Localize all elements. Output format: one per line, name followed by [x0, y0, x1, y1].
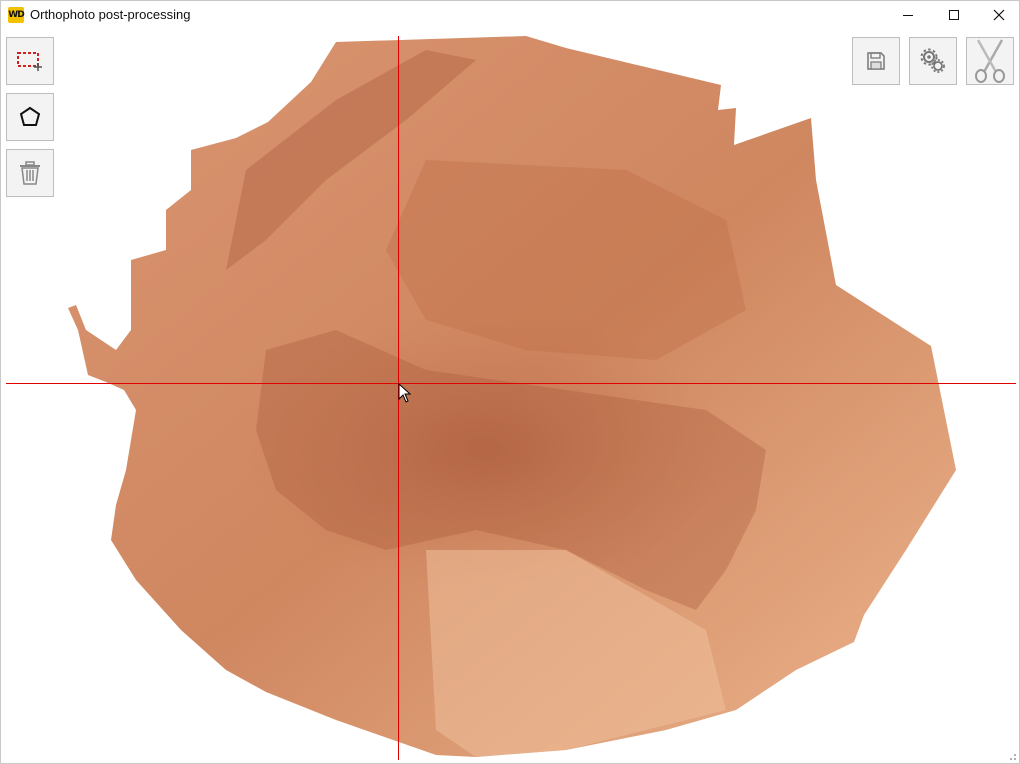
- title-bar[interactable]: WD Orthophoto post-processing: [1, 1, 1019, 29]
- gears-icon: [920, 48, 945, 73]
- maximize-icon: [949, 10, 959, 20]
- mouse-cursor-icon: [398, 383, 412, 403]
- close-button[interactable]: [976, 1, 1020, 29]
- save-button[interactable]: [852, 37, 900, 85]
- floppy-disk-icon: [867, 52, 885, 70]
- cut-button[interactable]: [966, 37, 1014, 85]
- polygon-select-button[interactable]: [6, 93, 54, 141]
- polygon-icon: [19, 106, 41, 126]
- minimize-icon: [903, 15, 913, 16]
- minimize-button[interactable]: [885, 1, 931, 29]
- resize-grip-icon[interactable]: [1007, 751, 1017, 761]
- orthophoto-canvas[interactable]: [6, 30, 1016, 760]
- scissors-icon: [975, 39, 1005, 83]
- settings-button[interactable]: [909, 37, 957, 85]
- rectangle-select-button[interactable]: [6, 37, 54, 85]
- trash-icon: [20, 161, 40, 185]
- crosshair-horizontal: [6, 383, 1016, 384]
- rectangle-select-icon: [17, 52, 42, 71]
- close-icon: [993, 9, 1005, 21]
- app-logo-icon: WD: [8, 7, 25, 23]
- window-title: Orthophoto post-processing: [30, 7, 191, 22]
- orthophoto-image: [68, 36, 956, 757]
- maximize-button[interactable]: [931, 1, 977, 29]
- delete-button[interactable]: [6, 149, 54, 197]
- app-window: WD Orthophoto post-processing: [0, 0, 1020, 764]
